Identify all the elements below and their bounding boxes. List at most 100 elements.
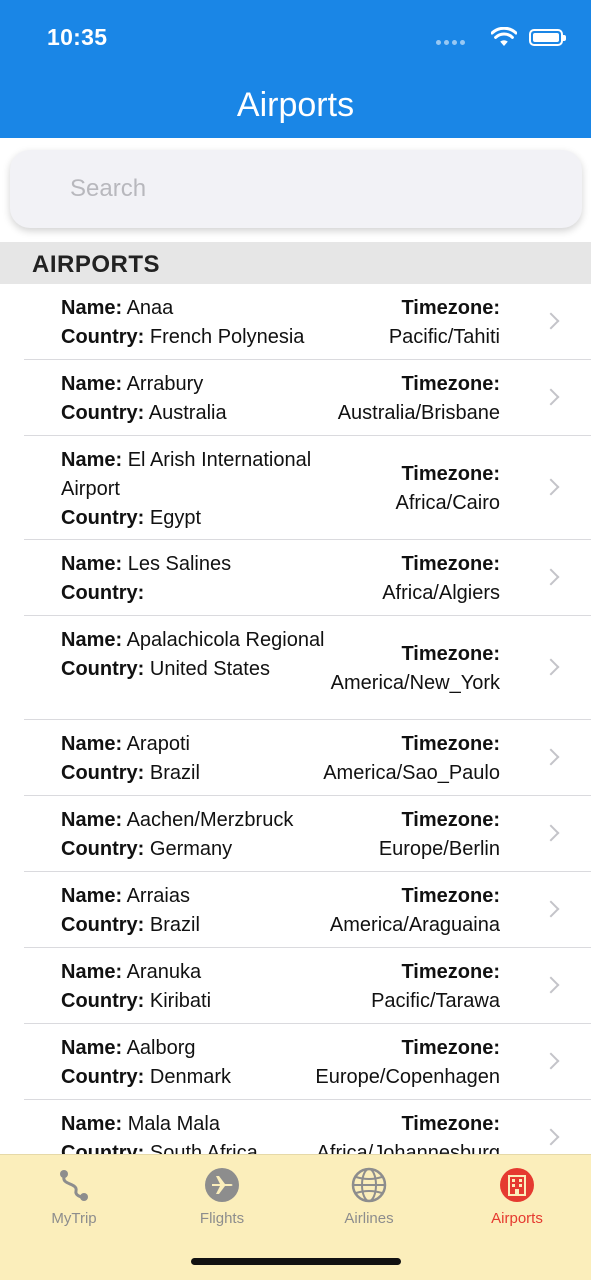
airport-name: Aranuka xyxy=(126,961,202,983)
country-label: Country: xyxy=(61,326,145,348)
airport-timezone: America/Sao_Paulo xyxy=(323,762,500,784)
tab-label: MyTrip xyxy=(51,1210,97,1227)
name-label: Name: xyxy=(61,733,123,755)
name-label: Name: xyxy=(61,629,123,651)
airport-row[interactable]: Name: El Arish International Airport Cou… xyxy=(0,436,591,540)
route-icon xyxy=(60,1170,88,1201)
airport-name: Anaa xyxy=(126,297,174,319)
country-label: Country: xyxy=(61,582,145,604)
airport-timezone: Europe/Copenhagen xyxy=(315,1066,500,1088)
name-label: Name: xyxy=(61,449,123,471)
country-label: Country: xyxy=(61,402,145,424)
airport-row[interactable]: Name: Aalborg Country: Denmark Timezone:… xyxy=(0,1024,591,1100)
tab-airlines[interactable]: Airlines xyxy=(295,1167,443,1237)
airport-info: Name: Anaa Country: French Polynesia xyxy=(61,294,351,352)
chevron-right-icon xyxy=(542,824,560,842)
airport-row[interactable]: Name: Arrabury Country: Australia Timezo… xyxy=(0,360,591,436)
airport-row[interactable]: Name: Aranuka Country: Kiribati Timezone… xyxy=(0,948,591,1024)
timezone-label: Timezone: xyxy=(401,733,500,755)
airport-name: Mala Mala xyxy=(127,1113,220,1135)
section-title: AIRPORTS xyxy=(32,251,161,278)
airport-timezone: America/Araguaina xyxy=(329,914,500,936)
timezone-label: Timezone: xyxy=(401,297,500,319)
country-label: Country: xyxy=(61,914,145,936)
name-label: Name: xyxy=(61,961,123,983)
chevron-right-icon xyxy=(542,478,560,496)
country-label: Country: xyxy=(61,762,145,784)
tab-label: Airlines xyxy=(344,1210,394,1227)
airport-country: Kiribati xyxy=(149,990,212,1012)
airport-list[interactable]: Name: Anaa Country: French Polynesia Tim… xyxy=(0,284,591,1154)
airport-timezone: Africa/Cairo xyxy=(395,492,500,514)
airport-row[interactable]: Name: Arraias Country: Brazil Timezone: … xyxy=(0,872,591,948)
timezone-label: Timezone: xyxy=(401,885,500,907)
country-label: Country: xyxy=(61,658,145,680)
country-label: Country: xyxy=(61,1142,145,1154)
tab-label: Airports xyxy=(491,1210,543,1227)
airport-name: Arapoti xyxy=(126,733,190,755)
timezone-label: Timezone: xyxy=(401,463,500,485)
battery-icon xyxy=(529,29,566,46)
name-label: Name: xyxy=(61,297,123,319)
tab-label: Flights xyxy=(199,1210,245,1227)
signal-icon xyxy=(436,40,466,46)
airport-country: Egypt xyxy=(149,507,202,529)
timezone-info: Timezone: America/Araguaina xyxy=(330,882,500,940)
name-label: Name: xyxy=(61,1113,123,1135)
chevron-right-icon xyxy=(542,388,560,406)
tab-airports[interactable]: Airports xyxy=(443,1167,591,1237)
timezone-info: Timezone: Europe/Berlin xyxy=(379,806,500,864)
chevron-right-icon xyxy=(542,748,560,766)
timezone-label: Timezone: xyxy=(401,553,500,575)
airport-info: Name: El Arish International Airport Cou… xyxy=(61,446,351,533)
airport-country: South Africa xyxy=(149,1142,258,1154)
airport-country: Brazil xyxy=(149,914,200,936)
chevron-right-icon xyxy=(542,1052,560,1070)
airport-info: Name: Mala Mala Country: South Africa xyxy=(61,1110,351,1154)
airport-row[interactable]: Name: Mala Mala Country: South Africa Ti… xyxy=(0,1100,591,1154)
airport-country: Australia xyxy=(148,402,227,424)
tab-flights[interactable]: Flights xyxy=(148,1167,296,1237)
airport-row[interactable]: Name: Aachen/Merzbruck Country: Germany … xyxy=(0,796,591,872)
globe-icon xyxy=(351,1167,387,1203)
airport-country: French Polynesia xyxy=(149,326,305,348)
airport-info: Name: Aachen/Merzbruck Country: Germany xyxy=(61,806,351,864)
airport-timezone: America/New_York xyxy=(330,672,500,694)
plane-icon xyxy=(205,1168,239,1202)
timezone-info: Timezone: Africa/Cairo xyxy=(396,460,500,518)
airport-timezone: Europe/Berlin xyxy=(378,838,500,860)
airport-country: United States xyxy=(149,658,270,680)
timezone-label: Timezone: xyxy=(401,809,500,831)
airport-country: Brazil xyxy=(149,762,200,784)
airport-country: Germany xyxy=(149,838,233,860)
chevron-right-icon xyxy=(542,976,560,994)
timezone-info: Timezone: Pacific/Tahiti xyxy=(389,294,500,352)
airport-country: Denmark xyxy=(149,1066,232,1088)
country-label: Country: xyxy=(61,507,145,529)
airport-row[interactable]: Name: Arapoti Country: Brazil Timezone: … xyxy=(0,720,591,796)
navigation-bar: 10:35 Airports xyxy=(0,0,591,138)
chevron-right-icon xyxy=(542,658,560,676)
search-input[interactable] xyxy=(10,150,582,228)
timezone-label: Timezone: xyxy=(401,1113,500,1135)
timezone-info: Timezone: Australia/Brisbane xyxy=(338,370,500,428)
airport-timezone: Africa/Johannesburg xyxy=(316,1142,500,1154)
airport-name: Aachen/Merzbruck xyxy=(126,809,294,831)
airport-info: Name: Aranuka Country: Kiribati xyxy=(61,958,351,1016)
timezone-label: Timezone: xyxy=(401,1037,500,1059)
timezone-label: Timezone: xyxy=(401,643,500,665)
airport-row[interactable]: Name: Les Salines Country: Timezone: Afr… xyxy=(0,540,591,616)
airport-timezone: Africa/Algiers xyxy=(382,582,500,604)
airport-row[interactable]: Name: Anaa Country: French Polynesia Tim… xyxy=(0,284,591,360)
name-label: Name: xyxy=(61,1037,123,1059)
home-indicator[interactable] xyxy=(191,1258,401,1265)
timezone-info: Timezone: Pacific/Tarawa xyxy=(371,958,500,1016)
chevron-right-icon xyxy=(542,900,560,918)
country-label: Country: xyxy=(61,990,145,1012)
tab-mytrip[interactable]: MyTrip xyxy=(0,1167,148,1237)
airport-row[interactable]: Name: Apalachicola Regional Country: Uni… xyxy=(0,616,591,720)
airport-info: Name: Arrabury Country: Australia xyxy=(61,370,351,428)
airport-info: Name: Apalachicola Regional Country: Uni… xyxy=(61,626,351,684)
airports-screen: 10:35 Airports AIRPORTS Name: Anaa Count… xyxy=(0,0,591,1280)
airport-info: Name: Les Salines Country: xyxy=(61,550,351,608)
